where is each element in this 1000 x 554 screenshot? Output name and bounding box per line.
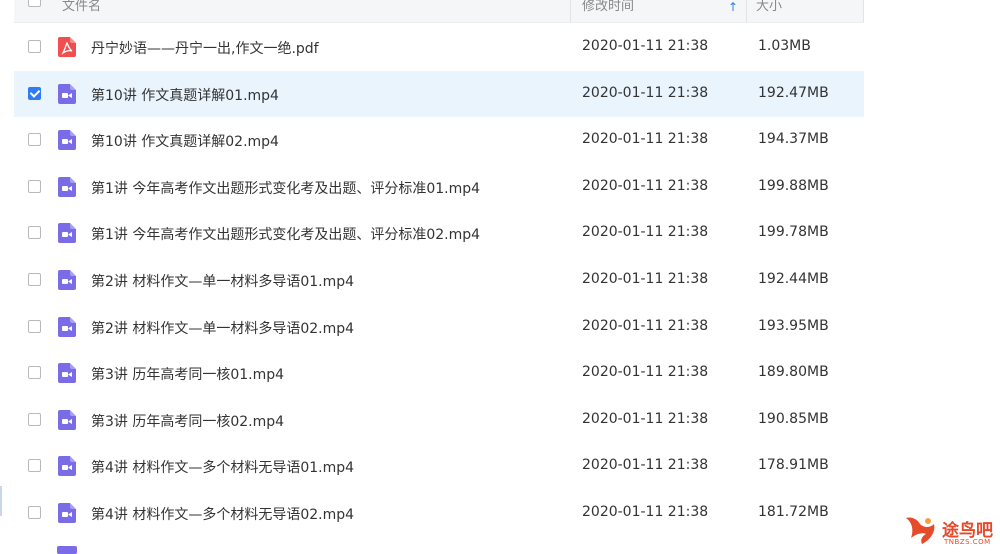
file-name[interactable]: 丹宁妙语——丹宁一出,作文一绝.pdf — [91, 38, 319, 58]
file-name[interactable]: 第10讲 作文真题详解01.mp4 — [91, 85, 279, 105]
file-name[interactable]: 第4讲 材料作文—多个材料无导语01.mp4 — [91, 457, 354, 477]
row-checkbox[interactable] — [28, 86, 41, 100]
checkmark-icon — [29, 86, 41, 98]
video-file-icon — [58, 269, 76, 290]
file-row[interactable]: 第2讲 材料作文—单一材料多导语01.mp4 2020-01-11 21:38 19… — [14, 257, 864, 304]
file-name[interactable]: 第2讲 材料作文—单一材料多导语02.mp4 — [91, 318, 354, 338]
video-file-icon — [58, 363, 76, 384]
file-size: 190.85MB — [758, 410, 829, 427]
file-table-header: 文件名 修改时间 ↑ 大小 — [14, 0, 864, 23]
file-size: 192.44MB — [758, 270, 829, 287]
row-checkbox[interactable] — [28, 226, 41, 240]
video-file-icon — [58, 316, 76, 337]
video-file-icon — [58, 130, 76, 151]
file-name[interactable]: 第1讲 今年高考作文出题形式变化考及出题、评分标准02.mp4 — [91, 224, 480, 244]
file-size: 1.03MB — [758, 38, 811, 54]
file-size: 189.80MB — [758, 364, 829, 381]
file-modified-time: 2020-01-11 21:38 — [582, 177, 709, 194]
video-file-icon — [58, 456, 76, 477]
column-divider[interactable] — [570, 0, 571, 22]
row-checkbox[interactable] — [28, 412, 41, 426]
file-size: 193.95MB — [758, 317, 829, 334]
bird-logo-icon — [906, 517, 935, 544]
video-file-icon — [58, 223, 76, 244]
file-size: 199.88MB — [758, 177, 829, 194]
file-modified-time: 2020-01-11 21:38 — [582, 503, 709, 520]
file-row[interactable]: 第1讲 今年高考作文出题形式变化考及出题、评分标准02.mp4 2020-01-1… — [14, 210, 864, 257]
file-row[interactable]: 第3讲 历年高考同一核02.mp4 2020-01-11 21:38 190.85M… — [14, 397, 864, 444]
select-all-checkbox[interactable] — [28, 0, 41, 7]
file-size: 178.91MB — [758, 457, 829, 474]
file-row[interactable]: 丹宁妙语——丹宁一出,作文一绝.pdf 2020-01-11 21:38 1.03M… — [14, 24, 864, 71]
column-divider[interactable] — [863, 0, 864, 22]
file-list: 丹宁妙语——丹宁一出,作文一绝.pdf 2020-01-11 21:38 1.03M… — [14, 24, 864, 537]
watermark-subtext: TNBZS.COM — [944, 538, 991, 546]
file-row[interactable]: 第4讲 材料作文—多个材料无导语02.mp4 2020-01-11 21:38 18… — [14, 490, 864, 537]
file-row[interactable]: 第3讲 历年高考同一核01.mp4 2020-01-11 21:38 189.80M… — [14, 350, 864, 397]
file-name[interactable]: 第2讲 材料作文—单一材料多导语01.mp4 — [91, 271, 354, 291]
file-name[interactable]: 第10讲 作文真题详解02.mp4 — [91, 131, 279, 151]
file-modified-time: 2020-01-11 21:38 — [582, 270, 709, 287]
file-name[interactable]: 第4讲 材料作文—多个材料无导语02.mp4 — [91, 504, 354, 524]
file-name[interactable]: 第3讲 历年高考同一核02.mp4 — [91, 411, 284, 431]
file-name[interactable]: 第3讲 历年高考同一核01.mp4 — [91, 364, 284, 384]
row-checkbox[interactable] — [28, 133, 41, 147]
row-checkbox[interactable] — [28, 40, 41, 53]
video-file-icon — [58, 83, 76, 104]
file-modified-time: 2020-01-11 21:38 — [582, 224, 709, 241]
file-size: 181.72MB — [758, 503, 829, 520]
file-name[interactable]: 第1讲 今年高考作文出题形式变化考及出题、评分标准01.mp4 — [91, 178, 480, 198]
file-size: 199.78MB — [758, 224, 829, 241]
column-header-time[interactable]: 修改时间 — [582, 0, 634, 22]
file-modified-time: 2020-01-11 21:38 — [582, 38, 709, 54]
row-checkbox[interactable] — [28, 319, 41, 333]
file-modified-time: 2020-01-11 21:38 — [582, 457, 709, 474]
row-checkbox[interactable] — [28, 366, 41, 380]
file-row[interactable]: 第2讲 材料作文—单一材料多导语02.mp4 2020-01-11 21:38 19… — [14, 304, 864, 351]
sidebar-edge — [0, 486, 2, 516]
column-divider[interactable] — [746, 0, 747, 22]
sort-ascending-icon[interactable]: ↑ — [728, 0, 738, 22]
file-modified-time: 2020-01-11 21:38 — [582, 410, 709, 427]
column-header-name[interactable]: 文件名 — [62, 0, 101, 22]
video-icon — [57, 546, 77, 554]
row-checkbox[interactable] — [28, 272, 41, 286]
file-row[interactable]: 第1讲 今年高考作文出题形式变化考及出题、评分标准01.mp4 2020-01-1… — [14, 164, 864, 211]
file-modified-time: 2020-01-11 21:38 — [582, 364, 709, 381]
file-size: 194.37MB — [758, 131, 829, 148]
column-header-size[interactable]: 大小 — [756, 0, 782, 22]
pdf-file-icon — [58, 37, 76, 57]
row-checkbox[interactable] — [28, 459, 41, 473]
file-modified-time: 2020-01-11 21:38 — [582, 131, 709, 148]
watermark-logo: 途鸟吧 TNBZS.COM — [902, 512, 997, 548]
file-row[interactable]: 第4讲 材料作文—多个材料无导语01.mp4 2020-01-11 21:38 17… — [14, 443, 864, 490]
row-checkbox[interactable] — [28, 179, 41, 193]
video-file-icon — [58, 409, 76, 430]
file-modified-time: 2020-01-11 21:38 — [582, 317, 709, 334]
file-row[interactable]: 第10讲 作文真题详解01.mp4 2020-01-11 21:38 192.47M… — [14, 70, 864, 118]
video-file-icon — [58, 502, 76, 523]
row-checkbox[interactable] — [28, 505, 41, 519]
file-row[interactable]: 第10讲 作文真题详解02.mp4 2020-01-11 21:38 194.37M… — [14, 117, 864, 164]
file-size: 192.47MB — [758, 84, 829, 101]
file-modified-time: 2020-01-11 21:38 — [582, 84, 709, 101]
video-file-icon — [58, 176, 76, 197]
